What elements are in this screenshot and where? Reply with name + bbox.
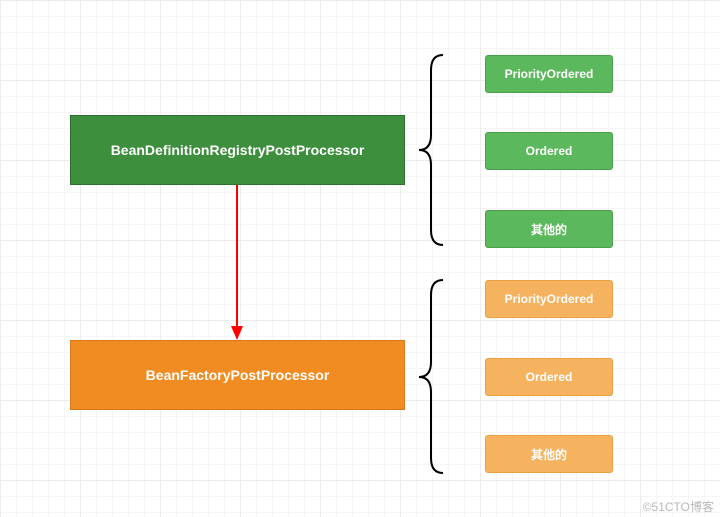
node-label: 其他的 bbox=[531, 221, 567, 238]
node-green-ordered: Ordered bbox=[485, 132, 613, 170]
diagram-canvas: BeanDefinitionRegistryPostProcessor Bean… bbox=[0, 0, 720, 517]
node-green-priority-ordered: PriorityOrdered bbox=[485, 55, 613, 93]
node-orange-ordered: Ordered bbox=[485, 358, 613, 396]
node-label: PriorityOrdered bbox=[505, 67, 594, 81]
node-label: BeanDefinitionRegistryPostProcessor bbox=[111, 142, 365, 158]
watermark-text: ©51CTO博客 bbox=[643, 498, 714, 515]
node-bean-factory-post-processor: BeanFactoryPostProcessor bbox=[70, 340, 405, 410]
node-label: Ordered bbox=[526, 144, 573, 158]
brace-icon bbox=[419, 280, 443, 473]
node-label: BeanFactoryPostProcessor bbox=[146, 367, 330, 383]
node-orange-priority-ordered: PriorityOrdered bbox=[485, 280, 613, 318]
node-green-other: 其他的 bbox=[485, 210, 613, 248]
brace-icon bbox=[419, 55, 443, 245]
node-bean-definition-registry-post-processor: BeanDefinitionRegistryPostProcessor bbox=[70, 115, 405, 185]
node-label: PriorityOrdered bbox=[505, 292, 594, 306]
node-label: 其他的 bbox=[531, 446, 567, 463]
node-orange-other: 其他的 bbox=[485, 435, 613, 473]
node-label: Ordered bbox=[526, 370, 573, 384]
